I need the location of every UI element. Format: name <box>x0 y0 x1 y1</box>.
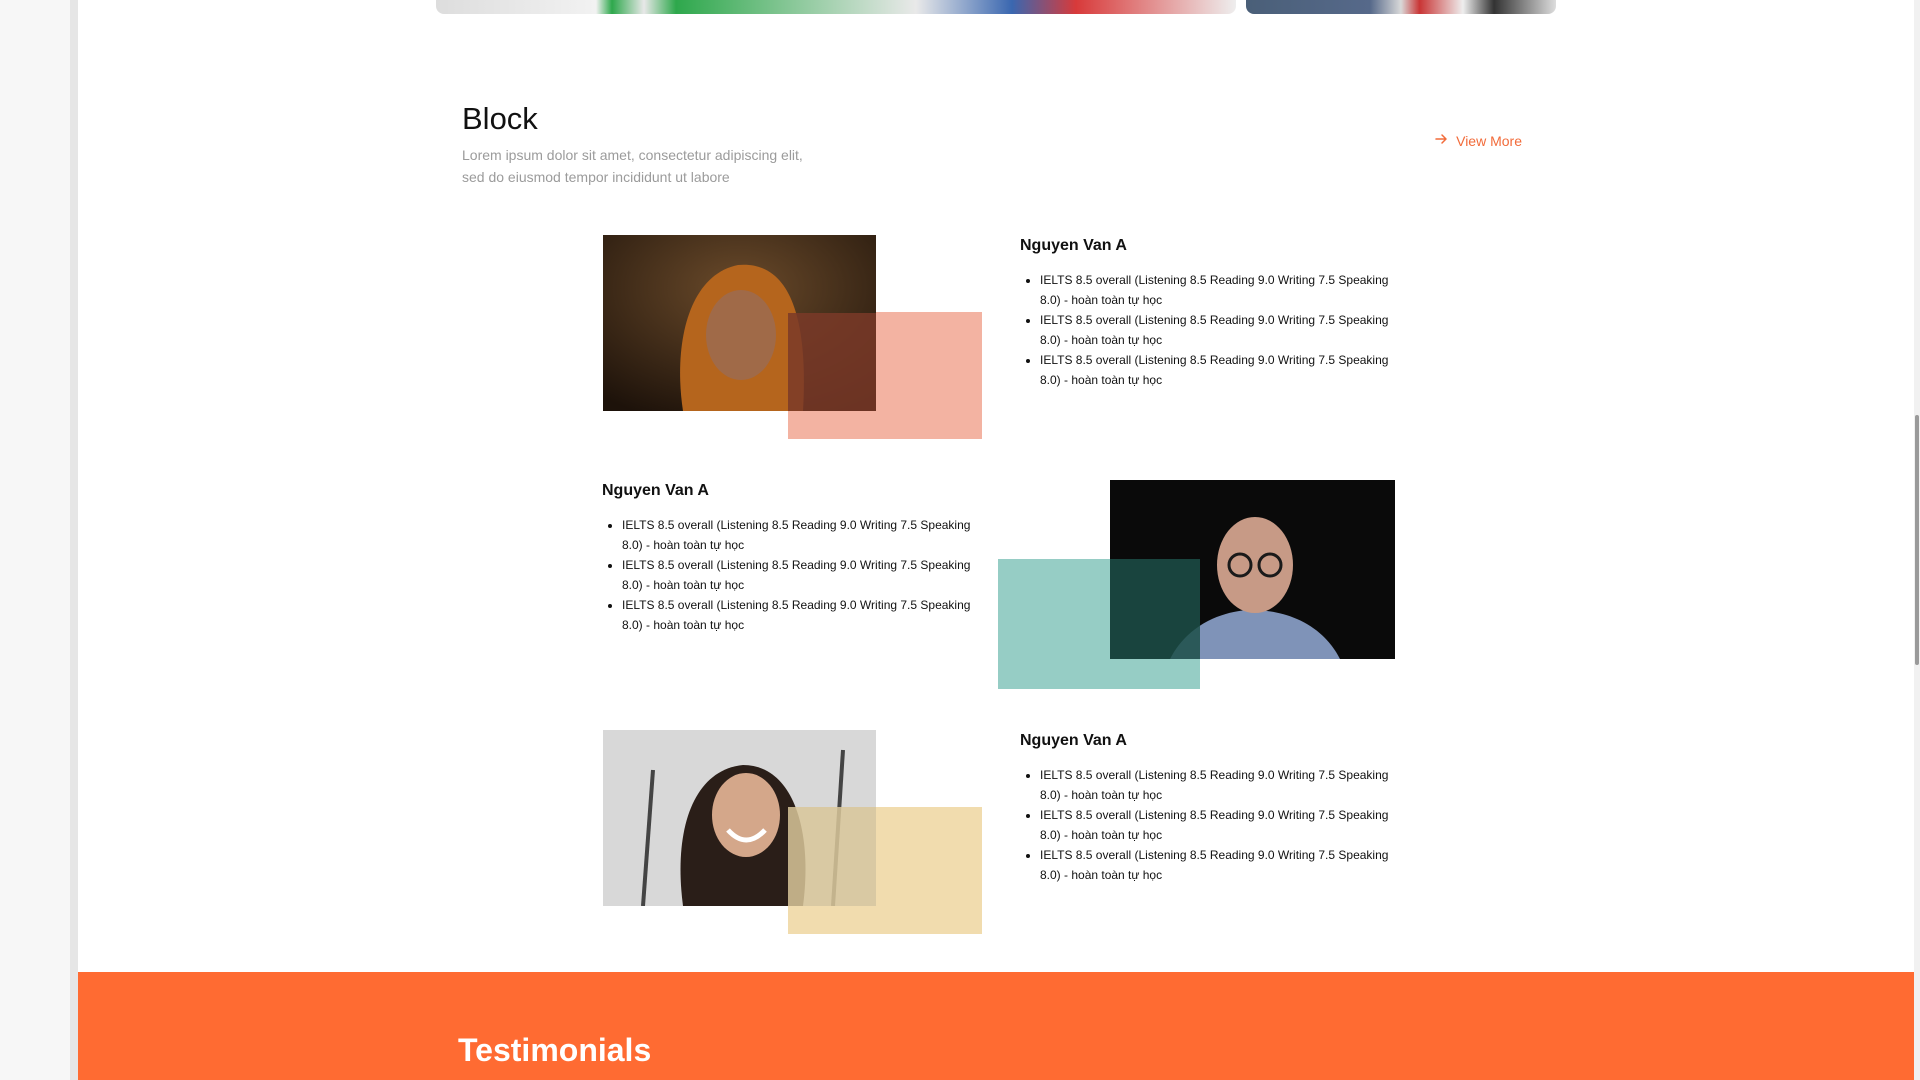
view-more-label: View More <box>1456 132 1522 149</box>
profile-photo <box>603 730 876 906</box>
profile-photo <box>1110 480 1395 659</box>
achievement-list: IELTS 8.5 overall (Listening 8.5 Reading… <box>1020 270 1400 390</box>
portrait-image <box>1110 480 1395 659</box>
list-item: IELTS 8.5 overall (Listening 8.5 Reading… <box>1040 350 1400 390</box>
section-header: Block Lorem ipsum dolor sit amet, consec… <box>462 100 1522 188</box>
view-more-link[interactable]: View More <box>1434 132 1522 149</box>
list-item: IELTS 8.5 overall (Listening 8.5 Reading… <box>1040 270 1400 310</box>
portrait-image <box>603 730 876 906</box>
profile-name: Nguyen Van A <box>1020 237 1127 254</box>
top-banner-image <box>436 0 1236 14</box>
profile-details: Nguyen Van A IELTS 8.5 overall (Listenin… <box>1020 236 1400 390</box>
section-subtitle: Lorem ipsum dolor sit amet, consectetur … <box>462 147 803 185</box>
list-item: IELTS 8.5 overall (Listening 8.5 Reading… <box>1040 765 1400 805</box>
page: Block Lorem ipsum dolor sit amet, consec… <box>0 0 1920 1080</box>
portrait-image <box>603 235 876 411</box>
top-banner-image-secondary <box>1246 0 1556 14</box>
list-item: IELTS 8.5 overall (Listening 8.5 Reading… <box>622 595 982 635</box>
testimonials-title: Testimonials <box>458 1032 652 1068</box>
list-item: IELTS 8.5 overall (Listening 8.5 Reading… <box>622 515 982 555</box>
profile-photo <box>603 235 876 411</box>
scrollbar-thumb[interactable] <box>1915 415 1919 665</box>
profile-name: Nguyen Van A <box>602 482 709 499</box>
achievement-list: IELTS 8.5 overall (Listening 8.5 Reading… <box>602 515 982 635</box>
list-item: IELTS 8.5 overall (Listening 8.5 Reading… <box>622 555 982 595</box>
profile-name: Nguyen Van A <box>1020 732 1127 749</box>
profile-details: Nguyen Van A IELTS 8.5 overall (Listenin… <box>602 481 982 635</box>
section-title: Block <box>462 101 538 136</box>
list-item: IELTS 8.5 overall (Listening 8.5 Reading… <box>1040 845 1400 885</box>
arrow-right-icon <box>1434 132 1448 149</box>
list-item: IELTS 8.5 overall (Listening 8.5 Reading… <box>1040 310 1400 350</box>
list-item: IELTS 8.5 overall (Listening 8.5 Reading… <box>1040 805 1400 845</box>
testimonials-section: Testimonials <box>78 972 1914 1080</box>
left-divider <box>70 0 78 1080</box>
profile-details: Nguyen Van A IELTS 8.5 overall (Listenin… <box>1020 731 1400 885</box>
achievement-list: IELTS 8.5 overall (Listening 8.5 Reading… <box>1020 765 1400 885</box>
left-gutter <box>0 0 70 1080</box>
scrollbar[interactable] <box>1914 0 1920 1080</box>
